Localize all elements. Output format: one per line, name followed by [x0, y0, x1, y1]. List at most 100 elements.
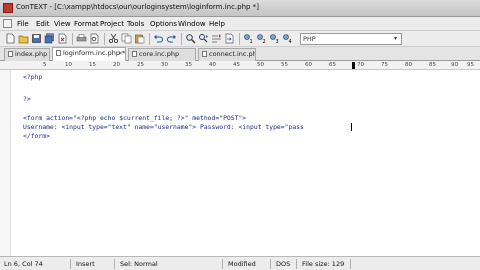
print-preview-icon[interactable]: [89, 33, 100, 44]
toolbar: 1 2 3 4 PHP ▾: [0, 31, 480, 47]
editor-gutter: [0, 70, 11, 256]
status-divider: [222, 259, 223, 269]
window-title: ConTEXT - [C:\xampp\htdocs\our\ourlogins…: [16, 3, 259, 11]
print-icon[interactable]: [76, 33, 87, 44]
code-line: </form>: [23, 132, 50, 140]
menu-format[interactable]: Format: [74, 20, 99, 28]
highlighter-value: PHP: [303, 35, 316, 43]
modified-indicator: Modified: [228, 260, 256, 268]
ruler-label: 90: [451, 62, 458, 68]
cursor-position: Ln 6, Col 74: [4, 260, 43, 268]
ruler-label: 70: [357, 62, 364, 68]
save-icon[interactable]: [31, 33, 42, 44]
file-icon: [8, 51, 13, 57]
ruler-label: 95: [467, 62, 474, 68]
cut-icon[interactable]: [108, 33, 119, 44]
new-file-icon[interactable]: [5, 33, 16, 44]
close-file-icon[interactable]: [57, 33, 68, 44]
ruler-label: 85: [429, 62, 436, 68]
svg-text:2: 2: [263, 39, 266, 44]
menu-bar: File Edit View Format Project Tools Opti…: [0, 17, 480, 31]
ruler: 5 10 15 20 25 30 35 40 45 50 55 60 65 70…: [0, 61, 480, 70]
code-line: Username: <input type="text" name="usern…: [23, 123, 304, 131]
replace-icon[interactable]: [211, 33, 222, 44]
toolbar-separator: [181, 33, 182, 45]
svg-text:4: 4: [289, 39, 292, 44]
menu-file[interactable]: File: [17, 20, 29, 28]
tab-bar: index.php loginform.inc.php * × core.inc…: [0, 47, 480, 61]
ruler-label: 40: [209, 62, 216, 68]
ruler-label: 10: [65, 62, 72, 68]
app-icon: [3, 3, 13, 13]
code-line: <?php: [23, 73, 43, 81]
menu-project[interactable]: Project: [100, 20, 124, 28]
tab-label: connect.inc.php: [209, 50, 256, 58]
status-bar: Ln 6, Col 74 Insert Sel: Normal Modified…: [0, 256, 480, 270]
status-divider: [114, 259, 115, 269]
toolbar-separator: [149, 33, 150, 45]
file-icon: [132, 51, 137, 57]
ruler-label: 30: [161, 62, 168, 68]
status-divider: [350, 259, 351, 269]
status-divider: [70, 259, 71, 269]
open-folder-icon[interactable]: [18, 33, 29, 44]
ruler-label: 75: [381, 62, 388, 68]
title-bar: ConTEXT - [C:\xampp\htdocs\our\ourlogins…: [0, 0, 480, 17]
ruler-label: 15: [89, 62, 96, 68]
tab-label: loginform.inc.php *: [63, 49, 126, 57]
ruler-label: 65: [329, 62, 336, 68]
toolbar-separator: [239, 33, 240, 45]
file-format: DOS: [276, 260, 291, 268]
code-line: ?>: [23, 95, 31, 103]
ruler-label: 20: [113, 62, 120, 68]
file-icon: [56, 50, 61, 56]
chevron-down-icon[interactable]: ▾: [391, 35, 400, 43]
status-divider: [296, 259, 297, 269]
tab-connect-inc-php[interactable]: connect.inc.php: [198, 48, 256, 61]
toolbar-separator: [72, 33, 73, 45]
document-menu-icon[interactable]: [3, 19, 12, 28]
ruler-label: 60: [305, 62, 312, 68]
tab-index-php[interactable]: index.php: [4, 48, 50, 61]
user-exec-2-icon[interactable]: 2: [256, 33, 267, 44]
tab-label: index.php: [15, 50, 48, 58]
close-icon[interactable]: ×: [118, 48, 123, 59]
ruler-label: 50: [257, 62, 264, 68]
code-line: <form action="<?php echo $current_file; …: [23, 114, 247, 122]
undo-icon[interactable]: [153, 33, 164, 44]
menu-window[interactable]: Window: [178, 20, 206, 28]
status-divider: [270, 259, 271, 269]
insert-mode: Insert: [76, 260, 95, 268]
ruler-label: 35: [185, 62, 192, 68]
tab-loginform-inc-php[interactable]: loginform.inc.php * ×: [52, 47, 126, 61]
find-icon[interactable]: [185, 33, 196, 44]
tab-label: core.inc.php: [139, 50, 180, 58]
paste-icon[interactable]: [134, 33, 145, 44]
svg-text:1: 1: [250, 39, 253, 44]
selection-mode: Sel: Normal: [120, 260, 158, 268]
menu-edit[interactable]: Edit: [36, 20, 50, 28]
goto-line-icon[interactable]: [224, 33, 235, 44]
user-exec-1-icon[interactable]: 1: [243, 33, 254, 44]
svg-text:3: 3: [276, 39, 279, 44]
toolbar-separator: [104, 33, 105, 45]
menu-tools[interactable]: Tools: [127, 20, 144, 28]
menu-help[interactable]: Help: [209, 20, 225, 28]
redo-icon[interactable]: [166, 33, 177, 44]
save-all-icon[interactable]: [44, 33, 55, 44]
text-cursor: [351, 123, 352, 131]
tab-core-inc-php[interactable]: core.inc.php: [128, 48, 196, 61]
copy-icon[interactable]: [121, 33, 132, 44]
user-exec-3-icon[interactable]: 3: [269, 33, 280, 44]
file-size: File size: 129: [302, 260, 345, 268]
ruler-label: 80: [405, 62, 412, 68]
find-next-icon[interactable]: [198, 33, 209, 44]
file-icon: [202, 51, 207, 57]
menu-options[interactable]: Options: [150, 20, 177, 28]
column-marker: [352, 62, 355, 69]
menu-view[interactable]: View: [54, 20, 71, 28]
ruler-label: 25: [137, 62, 144, 68]
user-exec-4-icon[interactable]: 4: [282, 33, 293, 44]
highlighter-select[interactable]: PHP ▾: [300, 33, 402, 45]
code-editor[interactable]: <?php ?> <form action="<?php echo $curre…: [0, 70, 480, 256]
